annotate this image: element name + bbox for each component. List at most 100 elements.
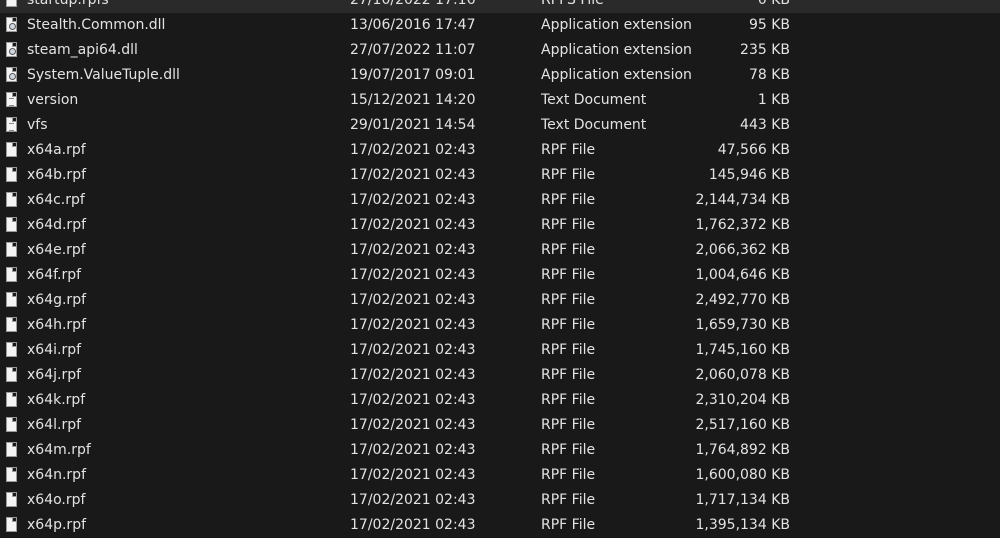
file-date-modified: 19/07/2017 09:01 (350, 67, 476, 83)
dll-file-icon (6, 17, 17, 32)
file-row[interactable]: x64f.rpf 17/02/2021 02:43 RPF File 1,004,64… (0, 263, 1000, 288)
file-icon (6, 392, 17, 407)
file-size: 1,745,160 KB (695, 342, 791, 358)
file-type: Application extension (541, 67, 692, 83)
file-date-modified: 17/02/2021 02:43 (350, 142, 476, 158)
file-row[interactable]: x64a.rpf 17/02/2021 02:43 RPF File 47,566 K… (0, 138, 1000, 163)
file-row[interactable]: System.ValueTuple.dll 19/07/2017 09:01 App… (0, 63, 1000, 88)
file-row[interactable]: x64h.rpf 17/02/2021 02:43 RPF File 1,659,73… (0, 313, 1000, 338)
file-name: x64k.rpf (27, 392, 86, 408)
file-date-modified: 17/02/2021 02:43 (350, 317, 476, 333)
file-name: startup.rpfs (27, 0, 109, 8)
file-date-modified: 27/07/2022 11:07 (350, 42, 476, 58)
file-name: vfs (27, 117, 48, 133)
file-row[interactable]: vfs 29/01/2021 14:54 Text Document 443 KB (0, 113, 1000, 138)
file-icon (6, 467, 17, 482)
dll-file-icon (6, 42, 17, 57)
file-size: 2,492,770 KB (695, 292, 791, 308)
file-date-modified: 17/02/2021 02:43 (350, 492, 476, 508)
file-size: 78 KB (748, 67, 790, 83)
file-row[interactable]: x64d.rpf 17/02/2021 02:43 RPF File 1,762,37… (0, 213, 1000, 238)
file-row[interactable]: x64b.rpf 17/02/2021 02:43 RPF File 145,946 … (0, 163, 1000, 188)
file-size: 1,004,646 KB (695, 267, 791, 283)
file-icon (6, 442, 17, 457)
file-row[interactable]: Stealth.Common.dll 13/06/2016 17:47 Applic… (0, 13, 1000, 38)
file-name: x64d.rpf (27, 217, 87, 233)
file-size: 1,600,080 KB (695, 467, 791, 483)
file-date-modified: 17/02/2021 02:43 (350, 517, 476, 533)
file-size: 235 KB (740, 42, 790, 58)
file-row[interactable]: startup.rpfs 27/10/2022 17:16 RPFS File 0 K… (0, 0, 1000, 13)
file-row[interactable]: x64i.rpf 17/02/2021 02:43 RPF File 1,745,16… (0, 338, 1000, 363)
file-icon (6, 417, 17, 432)
file-type: Application extension (541, 17, 692, 33)
file-date-modified: 29/01/2021 14:54 (350, 117, 476, 133)
file-icon (6, 342, 17, 357)
file-row[interactable]: x64g.rpf 17/02/2021 02:43 RPF File 2,492,77… (0, 288, 1000, 313)
file-name: x64e.rpf (27, 242, 86, 258)
file-name: x64g.rpf (27, 292, 87, 308)
file-type: RPF File (541, 142, 596, 158)
file-icon (6, 192, 17, 207)
file-size: 2,310,204 KB (695, 392, 791, 408)
file-type: RPF File (541, 467, 596, 483)
file-type: RPF File (541, 442, 596, 458)
file-size: 47,566 KB (717, 142, 790, 158)
file-type: RPF File (541, 317, 596, 333)
file-size: 2,060,078 KB (695, 367, 791, 383)
file-name: x64p.rpf (27, 517, 87, 533)
file-size: 1 KB (757, 92, 790, 108)
file-type: Text Document (541, 117, 647, 133)
file-row[interactable]: x64j.rpf 17/02/2021 02:43 RPF File 2,060,07… (0, 363, 1000, 388)
file-name: x64m.rpf (27, 442, 91, 458)
file-icon (6, 267, 17, 282)
text-file-icon (6, 117, 17, 132)
file-date-modified: 17/02/2021 02:43 (350, 342, 476, 358)
file-size: 1,395,134 KB (695, 517, 791, 533)
file-row[interactable]: x64p.rpf 17/02/2021 02:43 RPF File 1,395,13… (0, 513, 1000, 538)
file-icon (6, 292, 17, 307)
file-type: RPF File (541, 192, 596, 208)
file-type: RPF File (541, 242, 596, 258)
file-row[interactable]: x64c.rpf 17/02/2021 02:43 RPF File 2,144,73… (0, 188, 1000, 213)
file-size: 1,659,730 KB (695, 317, 791, 333)
file-icon (6, 367, 17, 382)
file-size: 1,717,134 KB (695, 492, 791, 508)
file-date-modified: 17/02/2021 02:43 (350, 267, 476, 283)
file-row[interactable]: version 15/12/2021 14:20 Text Document 1 KB (0, 88, 1000, 113)
file-date-modified: 15/12/2021 14:20 (350, 92, 476, 108)
file-icon (6, 142, 17, 157)
file-date-modified: 27/10/2022 17:16 (350, 0, 476, 8)
file-type: RPF File (541, 417, 596, 433)
file-list: startup.rpfs 27/10/2022 17:16 RPFS File 0 K… (0, 0, 1000, 538)
file-row[interactable]: x64k.rpf 17/02/2021 02:43 RPF File 2,310,20… (0, 388, 1000, 413)
file-row[interactable]: x64l.rpf 17/02/2021 02:43 RPF File 2,517,16… (0, 413, 1000, 438)
file-date-modified: 17/02/2021 02:43 (350, 467, 476, 483)
file-icon (6, 217, 17, 232)
file-size: 0 KB (757, 0, 790, 8)
file-name: x64j.rpf (27, 367, 82, 383)
file-row[interactable]: x64m.rpf 17/02/2021 02:43 RPF File 1,764,89… (0, 438, 1000, 463)
file-type: Application extension (541, 42, 692, 58)
file-type: RPF File (541, 267, 596, 283)
file-date-modified: 17/02/2021 02:43 (350, 392, 476, 408)
file-name: x64l.rpf (27, 417, 82, 433)
file-date-modified: 17/02/2021 02:43 (350, 217, 476, 233)
file-name: x64c.rpf (27, 192, 85, 208)
file-date-modified: 17/02/2021 02:43 (350, 442, 476, 458)
file-icon (6, 242, 17, 257)
file-type: RPF File (541, 492, 596, 508)
file-size: 1,762,372 KB (695, 217, 791, 233)
file-row[interactable]: x64o.rpf 17/02/2021 02:43 RPF File 1,717,13… (0, 488, 1000, 513)
file-size: 145,946 KB (708, 167, 790, 183)
file-row[interactable]: steam_api64.dll 27/07/2022 11:07 Applicati… (0, 38, 1000, 63)
file-date-modified: 17/02/2021 02:43 (350, 167, 476, 183)
file-row[interactable]: x64n.rpf 17/02/2021 02:43 RPF File 1,600,08… (0, 463, 1000, 488)
file-size: 95 KB (748, 17, 790, 33)
file-icon (6, 492, 17, 507)
file-row[interactable]: x64e.rpf 17/02/2021 02:43 RPF File 2,066,36… (0, 238, 1000, 263)
file-size: 2,517,160 KB (695, 417, 791, 433)
file-name: x64b.rpf (27, 167, 87, 183)
file-date-modified: 17/02/2021 02:43 (350, 417, 476, 433)
file-type: RPF File (541, 167, 596, 183)
